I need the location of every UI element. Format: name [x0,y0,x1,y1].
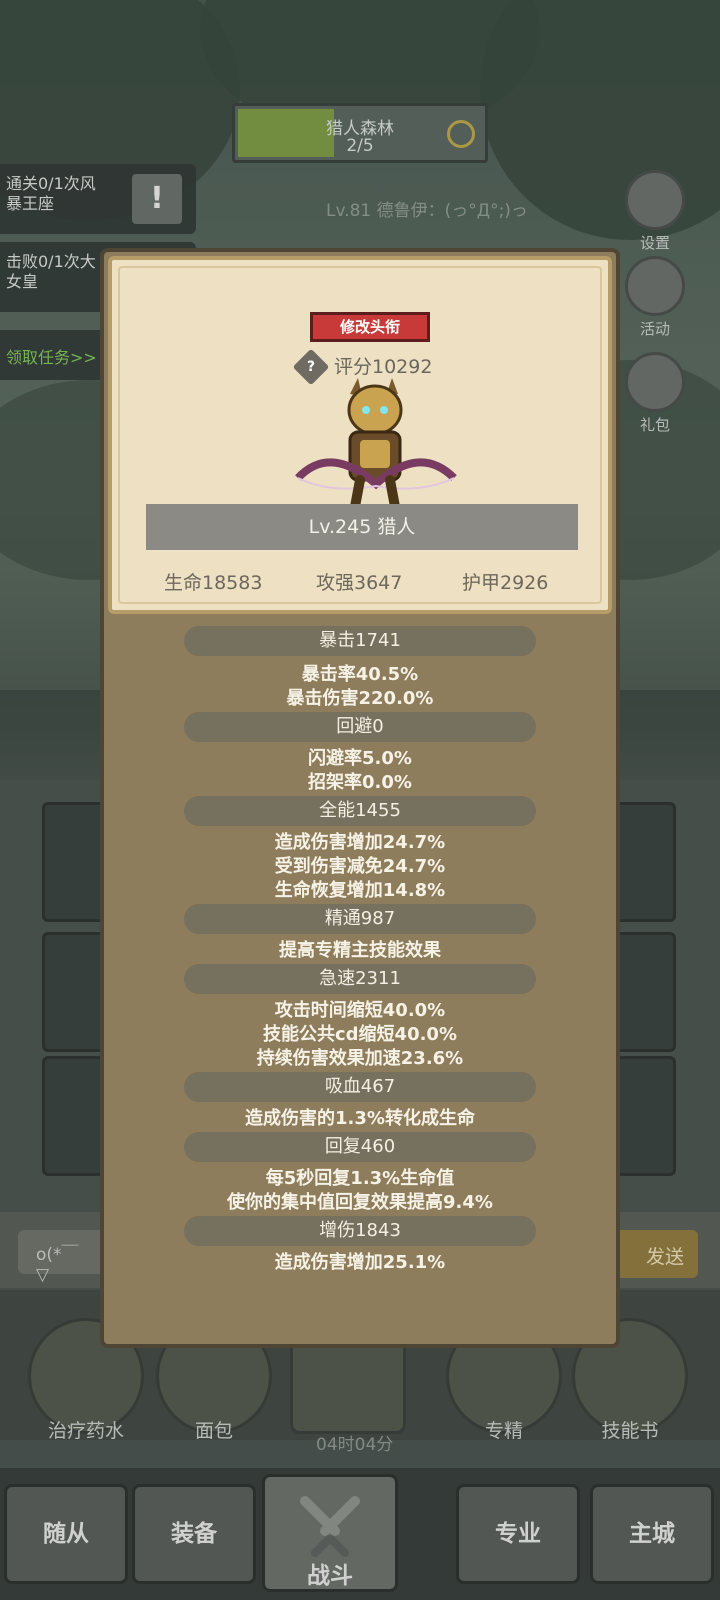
hp-stat: 生命18583 [164,572,263,594]
attr-line: 生命恢复增加14.8% [274,880,446,901]
attr-head-crit: 暴击1741 [184,626,536,656]
attr-head-mastery: 精通987 [184,904,536,934]
attr-line: 造成伤害的1.3%转化成生命 [245,1108,475,1129]
attr-line: 使你的集中值回复效果提高9.4% [227,1192,493,1213]
attr-head-avoid: 回避0 [184,712,536,742]
armor-stat: 护甲2926 [462,572,549,594]
character-card: 修改头衔 ? 评分10292 Lv.245 猎人 生命18583 攻强3647 … [108,256,612,614]
attr-head-leech: 吸血467 [184,1072,536,1102]
attr-line: 每5秒回复1.3%生命值 [265,1168,455,1189]
attr-head-versatility: 全能1455 [184,796,536,826]
level-class-bar: Lv.245 猎人 [146,504,578,550]
attr-line: 技能公共cd缩短40.0% [262,1024,457,1045]
attr-line: 攻击时间缩短40.0% [274,1000,446,1021]
attr-head-regen: 回复460 [184,1132,536,1162]
hunter-avatar [295,378,457,517]
attr-line: 持续伤害效果加速23.6% [256,1048,464,1069]
attack-stat: 攻强3647 [316,572,403,594]
attr-line: 闪避率5.0% [308,748,412,769]
attr-line: 造成伤害增加25.1% [274,1252,446,1273]
attr-line: 招架率0.0% [308,772,412,793]
attr-line: 暴击伤害220.0% [286,688,434,709]
attr-line: 暴击率40.5% [301,664,419,685]
character-stats-modal: 修改头衔 ? 评分10292 Lv.245 猎人 生命18583 攻强3647 … [100,248,620,1348]
attr-head-haste: 急速2311 [184,964,536,994]
attr-line: 提高专精主技能效果 [279,940,441,961]
attr-head-damage: 增伤1843 [184,1216,536,1246]
attr-line: 受到伤害减免24.7% [274,856,446,877]
attr-line: 造成伤害增加24.7% [274,832,446,853]
edit-title-button[interactable]: 修改头衔 [310,312,430,342]
